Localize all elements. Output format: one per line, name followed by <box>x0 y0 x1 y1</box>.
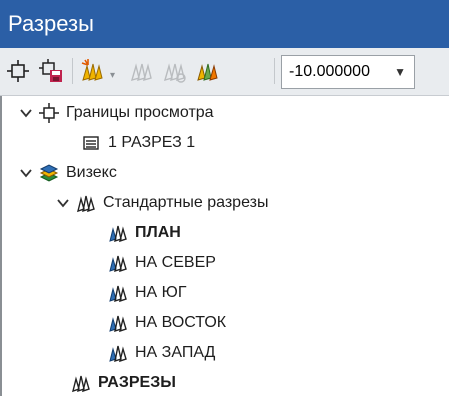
tree-item-label: Визекс <box>66 164 117 181</box>
save-view-bounds-button[interactable] <box>37 57 65 85</box>
tree-item-plan[interactable]: ПЛАН <box>107 218 181 248</box>
tree-item-label: 1 РАЗРЕЗ 1 <box>108 134 196 151</box>
sections-color-icon <box>197 63 218 81</box>
chevron-down-icon[interactable] <box>18 165 34 181</box>
tree-item-vizex[interactable]: Визекс <box>18 158 117 188</box>
view-bounds-icon <box>38 102 60 124</box>
sections-panel: Разрезы ▾ -10.000000 ▼ Границы просмотра… <box>0 0 449 396</box>
sections-disabled-icon <box>130 63 152 82</box>
tree-item-label: РАЗРЕЗЫ <box>98 374 176 391</box>
sections-disabled-icon <box>163 63 186 83</box>
section-icon <box>107 252 129 274</box>
sections-icon <box>75 192 97 214</box>
new-section-button[interactable] <box>78 57 106 85</box>
panel-title: Разрезы <box>0 0 449 48</box>
tree-item-view-bounds[interactable]: Границы просмотра <box>18 98 214 128</box>
tree-item-label: НА СЕВЕР <box>135 254 216 271</box>
section-icon <box>107 312 129 334</box>
tree-item-south[interactable]: НА ЮГ <box>107 278 187 308</box>
tree-item-label: НА ВОСТОК <box>135 314 227 331</box>
chevron-down-icon[interactable] <box>18 105 34 121</box>
view-bounds-button[interactable] <box>4 57 32 85</box>
layers-icon <box>38 162 60 184</box>
section-icon <box>107 282 129 304</box>
tree-item-label: ПЛАН <box>135 224 181 241</box>
tree-item-standard-sections[interactable]: Стандартные разрезы <box>55 188 268 218</box>
sections-tree: Границы просмотра 1 РАЗРЕЗ 1 Визекс Стан… <box>0 96 449 396</box>
section-color-button[interactable] <box>193 57 221 85</box>
tree-item-east[interactable]: НА ВОСТОК <box>107 308 226 338</box>
save-bounds-icon <box>39 59 62 82</box>
tree-item-label: Границы просмотра <box>66 104 214 121</box>
section-icon <box>107 342 129 364</box>
new-section-dropdown-icon[interactable]: ▾ <box>110 71 120 81</box>
tree-item-section-1[interactable]: 1 РАЗРЕЗ 1 <box>80 128 195 158</box>
tree-item-label: НА ЗАПАД <box>135 344 216 361</box>
elevation-combo[interactable]: -10.000000 ▼ <box>281 55 415 89</box>
view-bounds-icon <box>7 60 29 82</box>
tree-item-north[interactable]: НА СЕВЕР <box>107 248 216 278</box>
tree-item-label: НА ЮГ <box>135 284 187 301</box>
toolbar: ▾ -10.000000 ▼ <box>0 48 449 96</box>
list-icon <box>80 132 102 154</box>
chevron-down-icon[interactable] <box>55 195 71 211</box>
sections-icon <box>70 372 92 394</box>
tree-item-west[interactable]: НА ЗАПАД <box>107 338 215 368</box>
section-action-button-2[interactable] <box>160 57 188 85</box>
elevation-value: -10.000000 <box>289 63 370 80</box>
section-action-button-1[interactable] <box>127 57 155 85</box>
new-section-icon <box>81 59 103 81</box>
tree-item-sections[interactable]: РАЗРЕЗЫ <box>70 368 176 398</box>
tree-item-label: Стандартные разрезы <box>103 194 269 211</box>
section-icon <box>107 222 129 244</box>
chevron-down-icon[interactable]: ▼ <box>394 56 406 88</box>
